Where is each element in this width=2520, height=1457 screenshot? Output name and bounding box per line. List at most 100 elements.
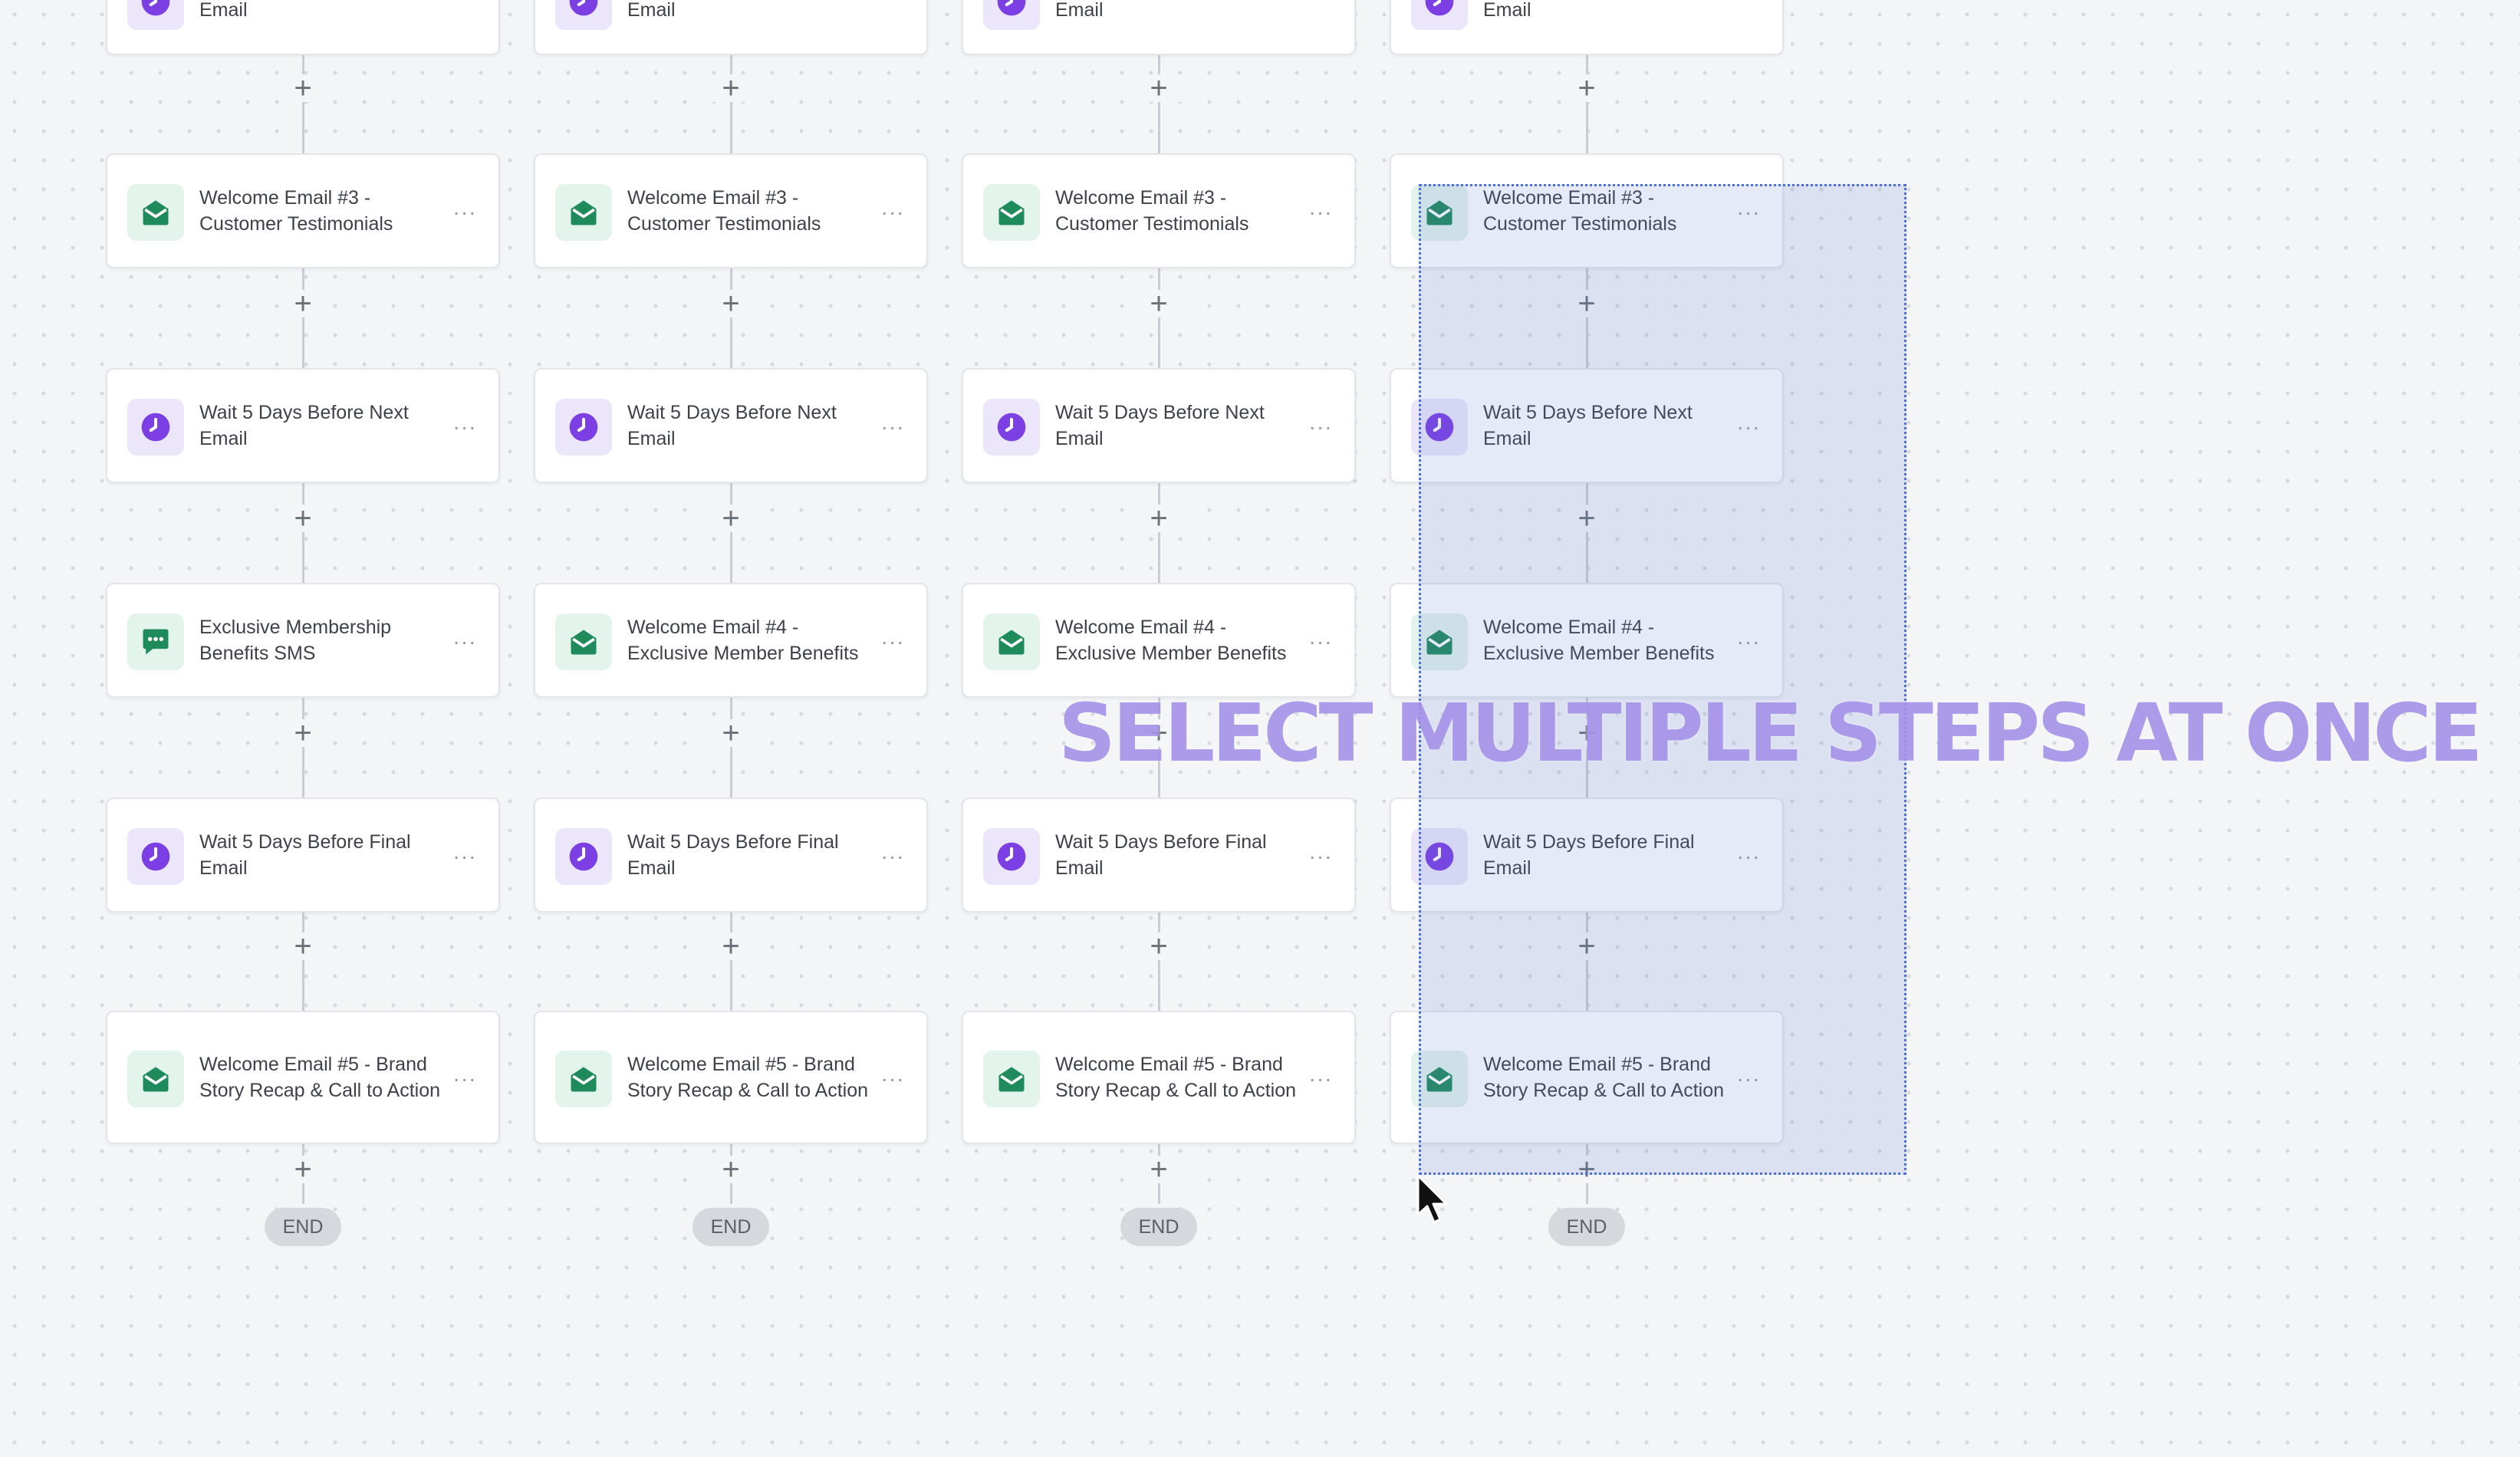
email-icon: [983, 613, 1040, 670]
step-label: Welcome Email #4 - Exclusive Member Bene…: [1483, 617, 1715, 664]
workflow-column: ++++++Email···Welcome Email #3 - Custome…: [962, 0, 1356, 1304]
more-options-icon[interactable]: ···: [1305, 630, 1336, 653]
add-step-button[interactable]: +: [1136, 1154, 1182, 1185]
add-step-button[interactable]: +: [280, 718, 326, 748]
email-icon: [1411, 613, 1468, 670]
step-label: Welcome Email #3 - Customer Testimonials: [1055, 187, 1249, 235]
more-options-icon[interactable]: ···: [449, 630, 480, 653]
add-step-button[interactable]: +: [1564, 503, 1610, 534]
add-step-button[interactable]: +: [280, 288, 326, 319]
step-card[interactable]: Welcome Email #4 - Exclusive Member Bene…: [1390, 583, 1784, 698]
more-options-icon[interactable]: ···: [1305, 1067, 1336, 1090]
email-icon: [555, 184, 612, 241]
more-options-icon[interactable]: ···: [877, 200, 908, 224]
step-label: Welcome Email #4 - Exclusive Member Bene…: [1055, 617, 1287, 664]
more-options-icon[interactable]: ···: [449, 1067, 480, 1090]
step-card[interactable]: Welcome Email #5 - Brand Story Recap & C…: [534, 1011, 928, 1144]
add-step-button[interactable]: +: [708, 503, 754, 534]
more-options-icon[interactable]: ···: [1733, 1067, 1764, 1090]
add-step-button[interactable]: +: [280, 73, 326, 104]
step-card[interactable]: Welcome Email #4 - Exclusive Member Bene…: [962, 583, 1356, 698]
step-card[interactable]: Welcome Email #3 - Customer Testimonials…: [106, 153, 500, 268]
more-options-icon[interactable]: ···: [449, 200, 480, 224]
step-label: Welcome Email #3 - Customer Testimonials: [199, 187, 393, 235]
step-card[interactable]: Welcome Email #5 - Brand Story Recap & C…: [962, 1011, 1356, 1144]
clock-icon: [1411, 828, 1468, 885]
more-options-icon[interactable]: ···: [1305, 844, 1336, 868]
workflow-column: + + + + + + Email··· Welcome Email #3 - Custome…: [106, 0, 500, 1304]
end-marker: END: [1120, 1208, 1197, 1246]
step-card[interactable]: Email···: [962, 0, 1356, 55]
add-step-button[interactable]: +: [708, 288, 754, 319]
add-step-button[interactable]: +: [1136, 931, 1182, 962]
step-card[interactable]: Welcome Email #3 - Customer Testimonials…: [962, 153, 1356, 268]
step-label: Wait 5 Days Before Final Email: [627, 831, 839, 879]
step-card[interactable]: Welcome Email #5 - Brand Story Recap & C…: [1390, 1011, 1784, 1144]
more-options-icon[interactable]: ···: [877, 844, 908, 868]
step-card[interactable]: Wait 5 Days Before Next Email ···: [962, 368, 1356, 483]
step-card[interactable]: Wait 5 Days Before Final Email ···: [534, 798, 928, 913]
add-step-button[interactable]: +: [280, 503, 326, 534]
add-step-button[interactable]: +: [708, 1154, 754, 1185]
clock-icon: [1411, 399, 1468, 456]
more-options-icon[interactable]: ···: [1733, 415, 1764, 439]
email-icon: [983, 1051, 1040, 1107]
workflow-column: + + + + + + Email··· Welcome Email #3 - Custome…: [534, 0, 928, 1304]
add-step-button[interactable]: +: [280, 1154, 326, 1185]
more-options-icon[interactable]: ···: [877, 415, 908, 439]
add-step-button[interactable]: +: [280, 931, 326, 962]
overlay-caption: SELECT MULTIPLE STEPS AT ONCE: [1058, 686, 2483, 780]
step-card[interactable]: Welcome Email #4 - Exclusive Member Bene…: [534, 583, 928, 698]
step-label: Welcome Email #3 - Customer Testimonials: [627, 187, 821, 235]
step-card[interactable]: Welcome Email #5 - Brand Story Recap & C…: [106, 1011, 500, 1144]
add-step-button[interactable]: +: [1564, 73, 1610, 104]
step-card[interactable]: Email···: [1390, 0, 1784, 55]
clock-icon: [127, 0, 184, 30]
step-card[interactable]: Welcome Email #3 - Customer Testimonials…: [1390, 153, 1784, 268]
add-step-button[interactable]: +: [1564, 1154, 1610, 1185]
step-label: Wait 5 Days Before Next Email: [199, 402, 409, 449]
more-options-icon[interactable]: ···: [1305, 415, 1336, 439]
step-label: Welcome Email #4 - Exclusive Member Bene…: [627, 617, 859, 664]
add-step-button[interactable]: +: [708, 73, 754, 104]
step-label: Exclusive Membership Benefits SMS: [199, 617, 392, 664]
step-card[interactable]: Email···: [534, 0, 928, 55]
email-icon: [555, 1051, 612, 1107]
add-step-button[interactable]: +: [1136, 503, 1182, 534]
email-icon: [127, 184, 184, 241]
step-label: Email: [1483, 0, 1531, 21]
step-label: Welcome Email #5 - Brand Story Recap & C…: [627, 1054, 869, 1101]
add-step-button[interactable]: +: [1136, 73, 1182, 104]
add-step-button[interactable]: +: [1564, 288, 1610, 319]
step-label: Welcome Email #5 - Brand Story Recap & C…: [1055, 1054, 1297, 1101]
step-card[interactable]: Wait 5 Days Before Final Email ···: [962, 798, 1356, 913]
add-step-button[interactable]: +: [708, 931, 754, 962]
more-options-icon[interactable]: ···: [449, 415, 480, 439]
step-label: Welcome Email #5 - Brand Story Recap & C…: [199, 1054, 441, 1101]
step-card[interactable]: Welcome Email #3 - Customer Testimonials…: [534, 153, 928, 268]
step-card[interactable]: Email···: [106, 0, 500, 55]
email-icon: [1411, 184, 1468, 241]
step-card[interactable]: Exclusive Membership Benefits SMS ···: [106, 583, 500, 698]
more-options-icon[interactable]: ···: [877, 1067, 908, 1090]
step-label: Wait 5 Days Before Final Email: [1055, 831, 1267, 879]
step-card[interactable]: Wait 5 Days Before Next Email ···: [534, 368, 928, 483]
more-options-icon[interactable]: ···: [1733, 844, 1764, 868]
more-options-icon[interactable]: ···: [1305, 200, 1336, 224]
more-options-icon[interactable]: ···: [877, 630, 908, 653]
more-options-icon[interactable]: ···: [1733, 630, 1764, 653]
end-marker: END: [693, 1208, 769, 1246]
more-options-icon[interactable]: ···: [449, 844, 480, 868]
step-label: Wait 5 Days Before Final Email: [199, 831, 411, 879]
step-card[interactable]: Wait 5 Days Before Next Email ···: [106, 368, 500, 483]
more-options-icon[interactable]: ···: [1733, 200, 1764, 224]
add-step-button[interactable]: +: [708, 718, 754, 748]
add-step-button[interactable]: +: [1136, 288, 1182, 319]
step-card[interactable]: Wait 5 Days Before Final Email ···: [1390, 798, 1784, 913]
sms-icon: [127, 613, 184, 670]
add-step-button[interactable]: +: [1564, 931, 1610, 962]
clock-icon: [555, 399, 612, 456]
step-card[interactable]: Wait 5 Days Before Final Email ···: [106, 798, 500, 913]
end-marker: END: [265, 1208, 341, 1246]
step-card[interactable]: Wait 5 Days Before Next Email ···: [1390, 368, 1784, 483]
